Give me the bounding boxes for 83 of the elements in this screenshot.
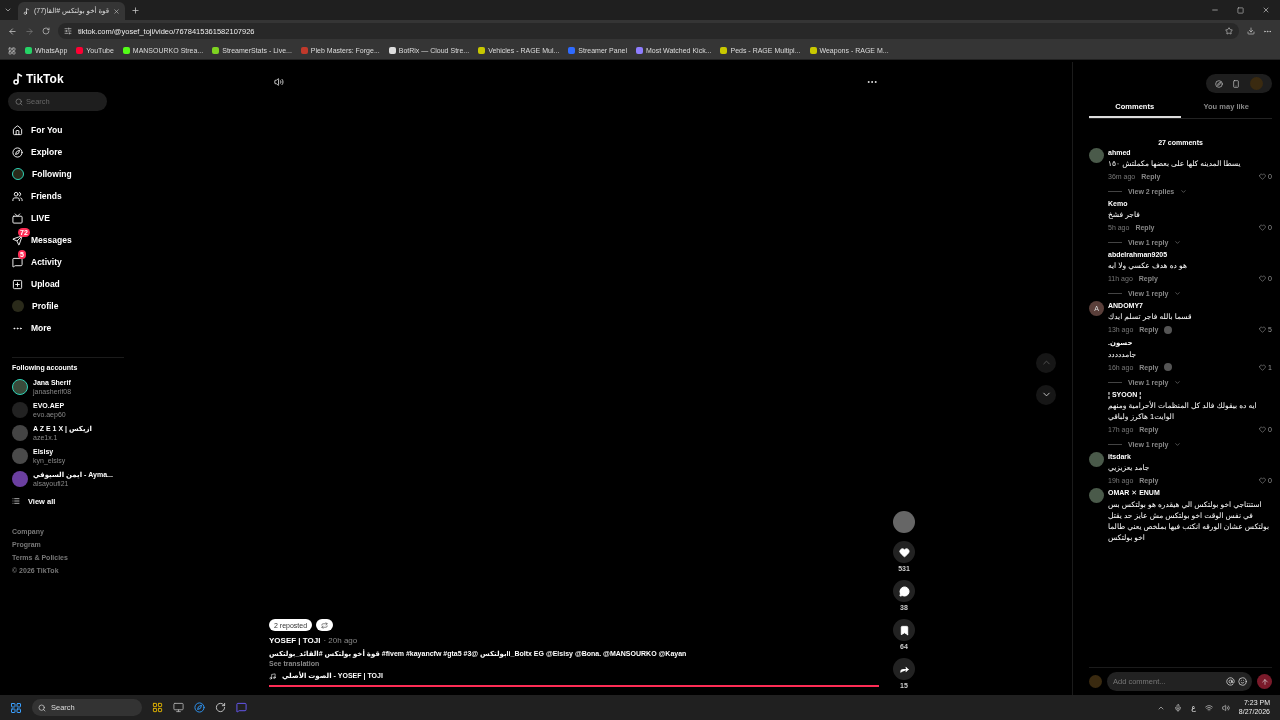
heart-icon[interactable] xyxy=(1259,274,1267,282)
volume-icon[interactable] xyxy=(274,76,284,88)
repeat-icon xyxy=(321,621,329,629)
phone-icon[interactable] xyxy=(1232,79,1241,88)
grid-icon[interactable] xyxy=(152,702,163,713)
site-settings-icon[interactable] xyxy=(64,27,72,35)
avatar-icon xyxy=(12,168,24,180)
chat-bubble-icon xyxy=(898,585,910,597)
chevron-down-icon xyxy=(1174,379,1182,387)
chevron-down-icon xyxy=(1180,187,1188,195)
chevron-down-icon xyxy=(1174,441,1182,449)
tiktok-logo[interactable]: TikTok xyxy=(12,72,124,86)
search-icon xyxy=(15,97,23,106)
bookmark-icon xyxy=(898,624,910,636)
nav-item[interactable]: Following xyxy=(12,163,124,185)
avatar-icon[interactable] xyxy=(1089,452,1104,468)
avatar-icon xyxy=(12,470,28,487)
tv-icon xyxy=(12,212,23,224)
avatar-icon[interactable] xyxy=(1089,148,1104,163)
volume-icon[interactable] xyxy=(1221,703,1230,712)
heart-icon[interactable] xyxy=(1259,172,1267,180)
music-note-icon xyxy=(269,672,276,680)
friends-icon xyxy=(12,190,23,202)
wifi-icon[interactable] xyxy=(1204,703,1213,712)
maximize-icon[interactable] xyxy=(1237,6,1244,14)
heart-icon xyxy=(898,546,910,558)
send-button[interactable] xyxy=(1257,674,1272,689)
heart-icon[interactable] xyxy=(1259,426,1267,434)
avatar-icon xyxy=(12,447,28,464)
windows-icon[interactable] xyxy=(10,701,22,714)
chevron-down-icon xyxy=(1174,289,1182,297)
reload-icon[interactable] xyxy=(42,27,50,35)
avatar-icon xyxy=(12,378,28,395)
search-icon xyxy=(38,703,46,712)
monitor-icon[interactable] xyxy=(173,702,184,713)
nav-item[interactable]: More xyxy=(12,317,124,339)
nav-item[interactable]: For You xyxy=(12,119,124,141)
chevron-down-icon[interactable] xyxy=(4,6,12,14)
list-icon[interactable] xyxy=(12,497,20,505)
repost-button[interactable] xyxy=(316,619,334,631)
save-button[interactable] xyxy=(893,619,915,641)
creator-liked-icon xyxy=(1164,325,1173,334)
nav-item[interactable]: Explore xyxy=(12,141,124,163)
heart-icon[interactable] xyxy=(1259,477,1267,484)
star-icon[interactable] xyxy=(1225,27,1233,35)
heart-icon[interactable] xyxy=(1259,223,1267,231)
compass-icon xyxy=(12,146,23,158)
emoji-icon[interactable] xyxy=(1238,677,1247,686)
nav-item[interactable]: LIVE xyxy=(12,207,124,229)
heart-icon[interactable] xyxy=(1259,363,1267,371)
paper-plane-icon xyxy=(12,234,23,246)
avatar-icon[interactable] xyxy=(1089,488,1104,503)
avatar-icon xyxy=(12,424,28,441)
plus-square-icon xyxy=(12,278,23,290)
message-icon xyxy=(12,256,23,268)
home-icon xyxy=(12,124,23,136)
back-icon[interactable] xyxy=(8,26,17,36)
note-icon xyxy=(23,7,30,15)
comment-button[interactable] xyxy=(893,580,915,602)
creator-avatar[interactable] xyxy=(893,511,915,533)
nav-item[interactable]: Upload xyxy=(12,273,124,295)
close-icon[interactable] xyxy=(113,7,121,15)
like-button[interactable] xyxy=(893,541,915,563)
mention-icon[interactable] xyxy=(1226,677,1235,686)
chevron-down-icon xyxy=(1174,238,1182,246)
creator-liked-icon xyxy=(1164,363,1173,372)
download-icon[interactable] xyxy=(1247,27,1255,35)
nav-item[interactable]: Friends xyxy=(12,185,124,207)
arrow-up-icon xyxy=(1260,677,1269,686)
share-button[interactable] xyxy=(893,658,915,680)
apps-icon[interactable] xyxy=(8,46,16,55)
compass-icon[interactable] xyxy=(1214,79,1223,88)
avatar-icon xyxy=(12,401,28,418)
avatar-icon xyxy=(12,300,24,312)
author-name[interactable]: YOSEF | TOJI · 20h ago xyxy=(269,636,884,645)
nav-item[interactable]: Profile xyxy=(12,295,124,317)
chat-icon[interactable] xyxy=(236,702,247,713)
plus-icon[interactable] xyxy=(131,5,141,15)
next-button[interactable] xyxy=(1036,384,1056,405)
close-icon[interactable] xyxy=(1262,6,1270,14)
minimize-icon[interactable] xyxy=(1211,6,1219,14)
heart-icon[interactable] xyxy=(1259,326,1267,333)
mic-icon[interactable] xyxy=(1174,703,1183,712)
